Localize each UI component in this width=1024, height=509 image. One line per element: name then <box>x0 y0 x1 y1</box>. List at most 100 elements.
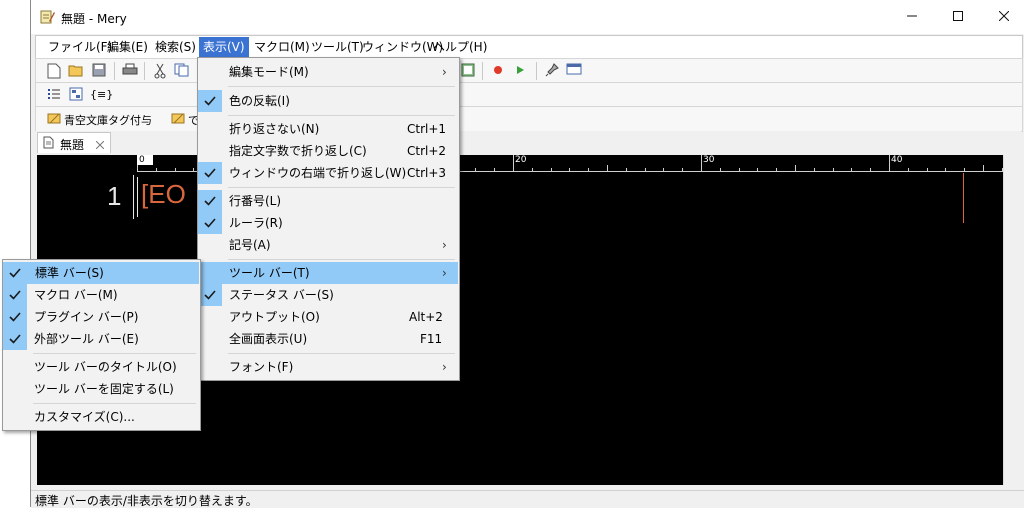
menu-edit[interactable]: 編集(E) <box>103 37 152 57</box>
title-bar[interactable]: 無題 - Mery <box>31 0 1024 34</box>
window-icon[interactable] <box>566 63 582 79</box>
menu-separator <box>33 403 196 404</box>
status-bar: 標準 バーの表示/非表示を切り替えます。 <box>31 490 1024 508</box>
menu-bar: ファイル(F) 編集(E) 検索(S) 表示(V) マクロ(M) ツール(T) … <box>35 35 1023 58</box>
view-menu-item-statusbar[interactable]: ステータス バー(S) <box>198 284 459 306</box>
checkmark-icon <box>3 306 27 328</box>
toolbar-submenu-item-lock[interactable]: ツール バーを固定する(L) <box>3 378 200 400</box>
view-menu-item-wrap-chars[interactable]: 指定文字数で折り返し(C) Ctrl+2 <box>198 140 459 162</box>
view-menu-item-shortcut: Ctrl+1 <box>407 122 447 136</box>
vertical-scrollbar[interactable] <box>1003 155 1022 485</box>
view-menu-item-label: 折り返さない(N) <box>229 122 320 136</box>
tool-icon[interactable] <box>170 111 186 127</box>
menu-macro[interactable]: マクロ(M) <box>250 37 314 57</box>
toolbar-separator <box>536 62 537 80</box>
view-menu-item-label: ルーラ(R) <box>229 216 283 230</box>
view-menu-item-symbols[interactable]: 記号(A) › <box>198 234 459 256</box>
line-number-separator <box>133 175 134 219</box>
toolbar-submenu-item-standard[interactable]: 標準 バー(S) <box>3 262 199 284</box>
close-icon[interactable] <box>95 138 105 152</box>
close-window-button[interactable] <box>981 0 1024 34</box>
cut-icon[interactable] <box>152 63 168 79</box>
toolbar-submenu-item-title[interactable]: ツール バーのタイトル(O) <box>3 356 200 378</box>
status-text: 標準 バーの表示/非表示を切り替えます。 <box>35 494 258 508</box>
notepad-icon <box>39 9 55 25</box>
view-menu-item-toolbar[interactable]: ツール バー(T) › <box>199 262 458 284</box>
brace-icon[interactable]: {≡} <box>90 87 113 103</box>
toolbar-submenu-item-label: マクロ バー(M) <box>34 288 118 302</box>
view-menu-item-invert-color[interactable]: 色の反転(I) <box>198 90 459 112</box>
toolbar-submenu-item-label: プラグイン バー(P) <box>34 310 139 324</box>
pin-icon[interactable] <box>544 63 560 79</box>
toolbar-submenu: 標準 バー(S) マクロ バー(M) プラグイン バー(P) 外部ツール バー(… <box>2 259 201 431</box>
play-icon[interactable] <box>512 63 528 79</box>
view-menu-item-label: ウィンドウの右端で折り返し(W) <box>229 166 407 180</box>
toolbar-submenu-item-macro[interactable]: マクロ バー(M) <box>3 284 200 306</box>
plugin-toolbar: {≡} <box>35 82 1023 108</box>
view-menu-item-label: 編集モード(M) <box>229 65 309 79</box>
view-menu-item-label: フォント(F) <box>229 360 294 374</box>
checkmark-icon <box>198 190 222 212</box>
ruler-label-20: 20 <box>515 155 527 165</box>
list-icon[interactable] <box>46 87 62 103</box>
checkmark-icon <box>198 284 222 306</box>
checkmark-icon <box>3 328 27 350</box>
toolbar-submenu-item-label: 標準 バー(S) <box>35 266 104 280</box>
menu-help[interactable]: ヘルプ(H) <box>429 37 491 57</box>
line-number: 1 <box>107 181 122 211</box>
view-menu-item-output[interactable]: アウトプット(O) Alt+2 <box>198 306 459 328</box>
external-tool-toolbar: 青空文庫タグ付与 で <box>35 106 1023 132</box>
ruler-label-30: 30 <box>703 155 715 165</box>
view-menu-item-line-number[interactable]: 行番号(L) <box>198 190 459 212</box>
menu-search[interactable]: 検索(S) <box>151 37 200 57</box>
toolbar-submenu-item-label: 外部ツール バー(E) <box>34 332 139 346</box>
record-icon[interactable] <box>490 63 506 79</box>
toolbar-submenu-item-external-tool[interactable]: 外部ツール バー(E) <box>3 328 200 350</box>
view-menu-item-label: 行番号(L) <box>229 194 282 208</box>
view-menu-item-font[interactable]: フォント(F) › <box>198 356 459 378</box>
text-cursor <box>137 177 138 217</box>
view-menu-item-shortcut: Ctrl+3 <box>407 166 447 180</box>
checkmark-icon <box>3 284 27 306</box>
chevron-right-icon: › <box>442 238 447 252</box>
view-menu-item-label: アウトプット(O) <box>229 310 320 324</box>
checkmark-icon <box>3 262 27 284</box>
eof-marker: [EO <box>141 179 186 209</box>
outline-icon[interactable] <box>68 87 84 103</box>
menu-separator <box>33 353 196 354</box>
document-view-icon[interactable] <box>460 63 476 79</box>
view-menu-item-wrap-window[interactable]: ウィンドウの右端で折り返し(W) Ctrl+3 <box>198 162 459 184</box>
maximize-button[interactable] <box>935 0 981 34</box>
view-menu-item-no-wrap[interactable]: 折り返さない(N) Ctrl+1 <box>198 118 459 140</box>
new-file-icon[interactable] <box>46 63 62 79</box>
menu-separator <box>228 115 455 116</box>
menu-separator <box>228 86 455 87</box>
view-menu-item-fullscreen[interactable]: 全画面表示(U) F11 <box>198 328 459 350</box>
toolbar-separator <box>482 62 483 80</box>
document-tab[interactable]: 無題 <box>37 132 111 153</box>
menu-separator <box>228 353 455 354</box>
open-folder-icon[interactable] <box>68 63 84 79</box>
view-menu-item-label: ステータス バー(S) <box>229 288 334 302</box>
toolbar-submenu-item-customize[interactable]: カスタマイズ(C)... <box>3 406 200 428</box>
toolbar-submenu-item-plugin[interactable]: プラグイン バー(P) <box>3 306 200 328</box>
document-tab-bar: 無題 <box>35 131 1021 153</box>
aozora-tag-icon[interactable] <box>46 111 62 127</box>
document-tab-label: 無題 <box>60 138 85 152</box>
print-icon[interactable] <box>122 63 138 79</box>
minimize-button[interactable] <box>889 0 935 34</box>
view-menu-item-edit-mode[interactable]: 編集モード(M) › <box>198 61 459 83</box>
checkmark-icon <box>198 90 222 112</box>
view-menu-item-label: 記号(A) <box>229 238 271 252</box>
save-icon[interactable] <box>91 63 107 79</box>
ruler-label-40: 40 <box>891 155 903 165</box>
ruler-label-0: 0 <box>139 155 145 165</box>
view-menu-item-ruler[interactable]: ルーラ(R) <box>198 212 459 234</box>
view-menu-item-label: 色の反転(I) <box>229 94 290 108</box>
menu-view[interactable]: 表示(V) <box>199 37 249 57</box>
toolbar-separator <box>114 62 115 80</box>
aozora-tag-label[interactable]: 青空文庫タグ付与 <box>64 112 152 128</box>
standard-toolbar <box>35 58 1023 84</box>
copy-icon[interactable] <box>174 63 190 79</box>
toolbar-submenu-item-label: ツール バーを固定する(L) <box>34 382 174 396</box>
